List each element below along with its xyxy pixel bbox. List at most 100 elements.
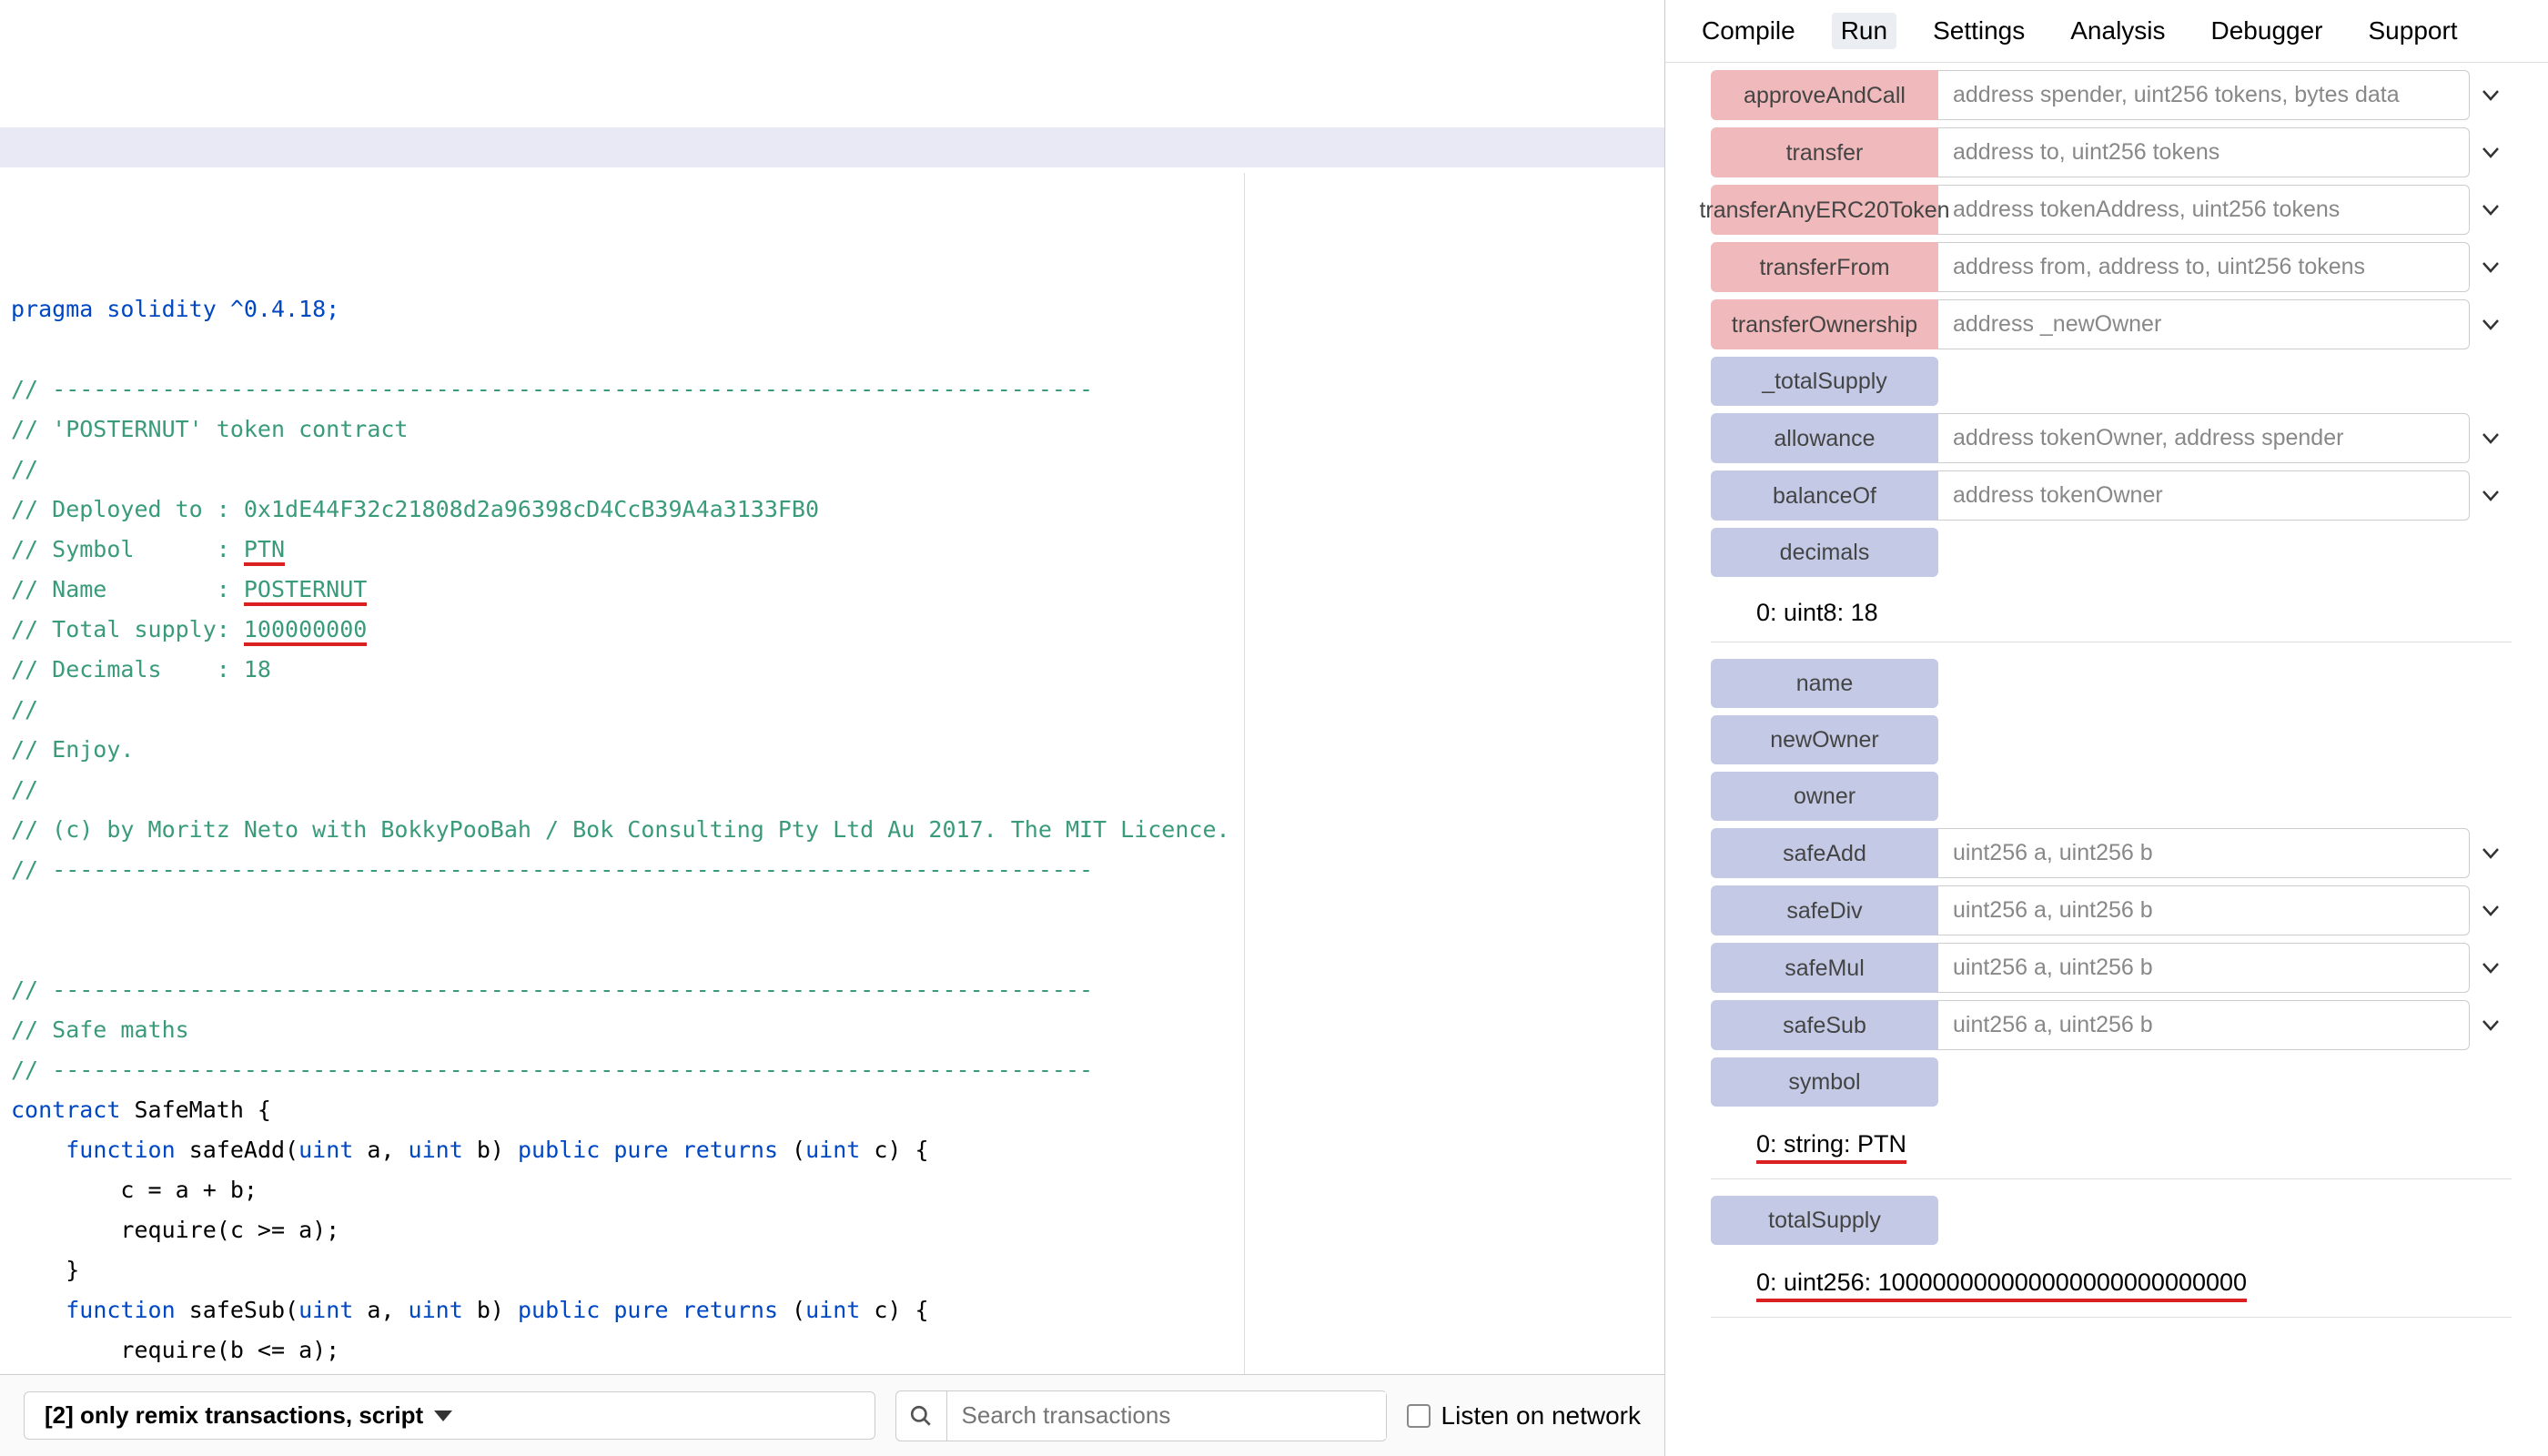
fn-button-_totalSupply[interactable]: _totalSupply (1711, 357, 1938, 406)
tab-settings[interactable]: Settings (1924, 13, 2034, 49)
fn-row-safeMul: safeMuluint256 a, uint256 b (1711, 943, 2512, 993)
fn-params-safeMul[interactable]: uint256 a, uint256 b (1938, 943, 2470, 993)
chevron-down-icon[interactable] (2470, 127, 2512, 177)
fn-button-newOwner[interactable]: newOwner (1711, 715, 1938, 764)
fn-row-symbol: symbol (1711, 1057, 2512, 1107)
name-pre: // Name : (11, 576, 244, 602)
fn-button-transferFrom[interactable]: transferFrom (1711, 242, 1938, 292)
kw-returns-2: returns (682, 1297, 778, 1323)
uint-c2: uint (805, 1297, 860, 1323)
fn-params-safeSub[interactable]: uint256 a, uint256 b (1938, 1000, 2470, 1050)
kw-public: public (518, 1137, 600, 1163)
name-val: POSTERNUT (244, 576, 367, 606)
tx-filter-dropdown[interactable]: [2] only remix transactions, script (24, 1391, 875, 1440)
tab-bar: Compile Run Settings Analysis Debugger S… (1665, 0, 2548, 63)
chevron-down-icon[interactable] (2470, 413, 2512, 463)
dash-line-2: // -------------------------------------… (11, 856, 1093, 883)
chevron-down-icon[interactable] (2470, 70, 2512, 120)
terminal-bar: [2] only remix transactions, script List… (0, 1374, 1664, 1456)
fn-button-name[interactable]: name (1711, 659, 1938, 708)
enjoy-line: // Enjoy. (11, 736, 134, 763)
fn-button-balanceOf[interactable]: balanceOf (1711, 470, 1938, 521)
chevron-down-icon[interactable] (2470, 185, 2512, 235)
fn-row-transferAnyERC20Token: transferAnyERC20Tokenaddress tokenAddres… (1711, 185, 2512, 235)
fn-row-name: name (1711, 659, 2512, 708)
fn-button-symbol[interactable]: symbol (1711, 1057, 1938, 1107)
chevron-down-icon[interactable] (2470, 299, 2512, 349)
fn-output-totalSupply: 0: uint256: 100000000000000000000000000 (1711, 1252, 2512, 1318)
dash-line: // -------------------------------------… (11, 376, 1093, 402)
fn-params-transferOwnership[interactable]: address _newOwner (1938, 299, 2470, 349)
fn-params-allowance[interactable]: address tokenOwner, address spender (1938, 413, 2470, 463)
tab-run[interactable]: Run (1832, 13, 1896, 49)
fn-button-safeAdd[interactable]: safeAdd (1711, 828, 1938, 878)
fn-row-approveAndCall: approveAndCalladdress spender, uint256 t… (1711, 70, 2512, 120)
blank-line-2: // (11, 696, 38, 723)
fn-row-safeDiv: safeDivuint256 a, uint256 b (1711, 885, 2512, 935)
supply-pre: // Total supply: (11, 616, 244, 642)
kw-function: function (66, 1137, 175, 1163)
fn-button-decimals[interactable]: decimals (1711, 528, 1938, 577)
uint-a2: uint (298, 1297, 353, 1323)
fn-row-decimals: decimals (1711, 528, 2512, 577)
fn-row-newOwner: newOwner (1711, 715, 2512, 764)
blank-line: // (11, 456, 38, 482)
kw-contract: contract (11, 1097, 120, 1123)
listen-checkbox-row[interactable]: Listen on network (1407, 1401, 1641, 1431)
b-paren: b) (463, 1137, 518, 1163)
code-content: pragma solidity ^0.4.18; // ------------… (11, 169, 1653, 1374)
c-paren-2: c) { (860, 1297, 928, 1323)
fn-button-safeSub[interactable]: safeSub (1711, 1000, 1938, 1050)
search-icon[interactable] (896, 1391, 947, 1441)
fn-output-symbol: 0: string: PTN (1711, 1114, 2512, 1179)
body4: require(b <= a); (11, 1337, 339, 1363)
fn-params-safeDiv[interactable]: uint256 a, uint256 b (1938, 885, 2470, 935)
chevron-down-icon[interactable] (2470, 943, 2512, 993)
uint-a: uint (298, 1137, 353, 1163)
decimals-line: // Decimals : 18 (11, 656, 271, 682)
fn-button-transferAnyERC20Token[interactable]: transferAnyERC20Token (1711, 185, 1938, 235)
tab-compile[interactable]: Compile (1693, 13, 1805, 49)
kw-pure-2: pure (613, 1297, 668, 1323)
fn-row-_totalSupply: _totalSupply (1711, 357, 2512, 406)
fn-row-transferFrom: transferFromaddress from, address to, ui… (1711, 242, 2512, 292)
chevron-down-icon[interactable] (2470, 242, 2512, 292)
fn-params-transfer[interactable]: address to, uint256 tokens (1938, 127, 2470, 177)
uint-b2: uint (409, 1297, 463, 1323)
fn-button-safeMul[interactable]: safeMul (1711, 943, 1938, 993)
pragma-line: pragma solidity ^0.4.18; (11, 296, 339, 322)
fn-params-transferAnyERC20Token[interactable]: address tokenAddress, uint256 tokens (1938, 185, 2470, 235)
functions-panel[interactable]: approveAndCalladdress spender, uint256 t… (1665, 63, 2548, 1456)
chevron-down-icon[interactable] (2470, 1000, 2512, 1050)
kw-function-2: function (66, 1297, 175, 1323)
dash-line-3: // -------------------------------------… (11, 976, 1093, 1003)
fn-params-transferFrom[interactable]: address from, address to, uint256 tokens (1938, 242, 2470, 292)
fn-button-transferOwnership[interactable]: transferOwnership (1711, 299, 1938, 349)
fn-button-transfer[interactable]: transfer (1711, 127, 1938, 177)
chevron-down-icon[interactable] (2470, 470, 2512, 521)
fn-params-approveAndCall[interactable]: address spender, uint256 tokens, bytes d… (1938, 70, 2470, 120)
a-comma-2: a, (353, 1297, 408, 1323)
chevron-down-icon[interactable] (2470, 885, 2512, 935)
fn-button-totalSupply[interactable]: totalSupply (1711, 1196, 1938, 1245)
tab-analysis[interactable]: Analysis (2061, 13, 2174, 49)
fn-button-approveAndCall[interactable]: approveAndCall (1711, 70, 1938, 120)
fn-button-safeDiv[interactable]: safeDiv (1711, 885, 1938, 935)
symbol-pre: // Symbol : (11, 536, 244, 562)
checkbox-icon[interactable] (1407, 1404, 1431, 1428)
uint-b: uint (409, 1137, 463, 1163)
chevron-down-icon[interactable] (2470, 828, 2512, 878)
fn-params-balanceOf[interactable]: address tokenOwner (1938, 470, 2470, 521)
fn-row-transfer: transferaddress to, uint256 tokens (1711, 127, 2512, 177)
search-input[interactable] (947, 1392, 1386, 1439)
current-line-highlight (0, 127, 1664, 167)
fn-button-owner[interactable]: owner (1711, 772, 1938, 821)
fn-params-safeAdd[interactable]: uint256 a, uint256 b (1938, 828, 2470, 878)
tab-debugger[interactable]: Debugger (2202, 13, 2332, 49)
symbol-val: PTN (244, 536, 285, 566)
fn-button-allowance[interactable]: allowance (1711, 413, 1938, 463)
tab-support[interactable]: Support (2360, 13, 2467, 49)
safemaths-line: // Safe maths (11, 1016, 189, 1043)
code-editor[interactable]: pragma solidity ^0.4.18; // ------------… (0, 0, 1664, 1374)
safeadd-sig: safeAdd( (176, 1137, 298, 1163)
